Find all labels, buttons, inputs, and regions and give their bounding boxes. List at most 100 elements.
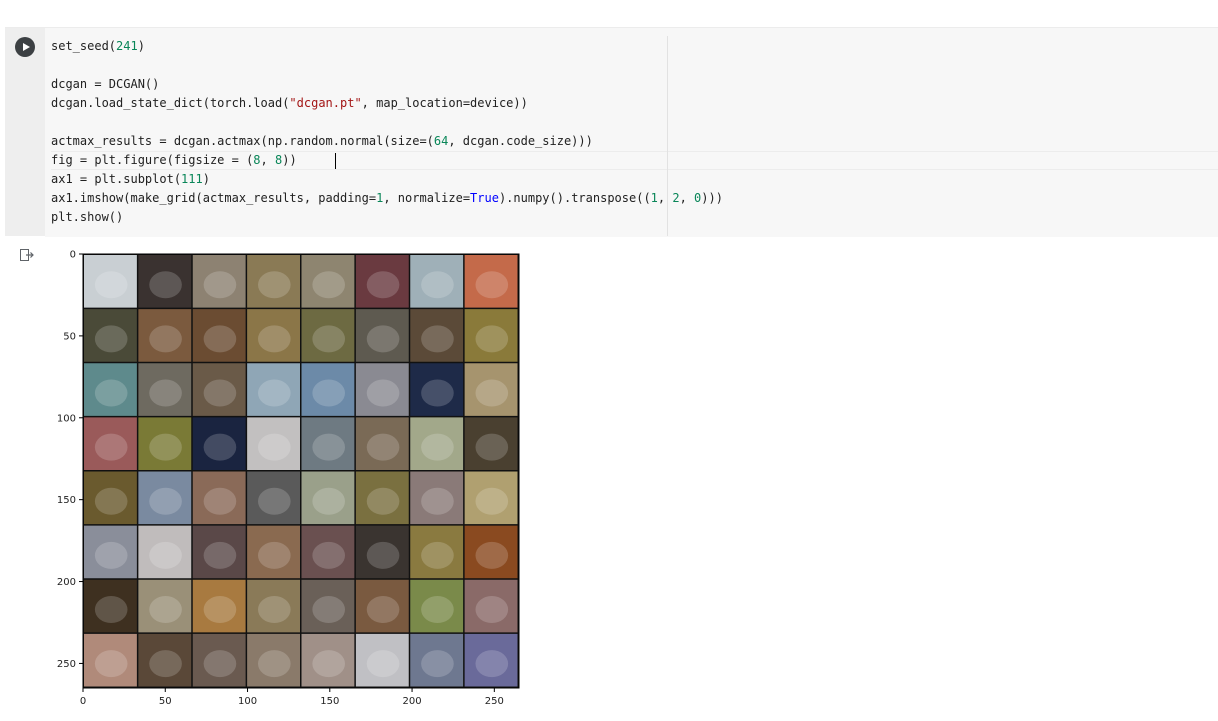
code-line[interactable]: ax1.imshow(make_grid(actmax_results, pad… bbox=[51, 189, 1218, 208]
grid-image-tile bbox=[464, 579, 518, 633]
y-tick-label: 100 bbox=[57, 413, 76, 424]
code-line[interactable]: dcgan.load_state_dict(torch.load("dcgan.… bbox=[51, 94, 1218, 113]
code-token: , bbox=[260, 153, 275, 167]
code-token: dcgan.load_state_dict(torch.load( bbox=[51, 96, 290, 110]
code-token: ax1 = plt.subplot( bbox=[51, 172, 182, 186]
grid-image-tile bbox=[355, 363, 409, 416]
grid-image-tile bbox=[138, 525, 192, 579]
grid-image-tile bbox=[84, 363, 137, 416]
code-line[interactable]: ax1 = plt.subplot(111) bbox=[51, 170, 1218, 189]
grid-image-tile bbox=[247, 579, 300, 633]
grid-image-tile bbox=[410, 471, 464, 525]
grid-image-tile bbox=[247, 471, 300, 525]
grid-image-tile bbox=[410, 417, 464, 470]
grid-image-tile bbox=[138, 309, 192, 362]
grid-image-tile bbox=[301, 525, 355, 579]
grid-image-tile bbox=[84, 255, 137, 308]
grid-image-tile bbox=[301, 579, 355, 633]
code-line[interactable]: plt.show() bbox=[51, 208, 1218, 227]
grid-image-tile bbox=[247, 525, 300, 579]
code-line[interactable]: set_seed(241) bbox=[51, 37, 1218, 56]
grid-image-tile bbox=[247, 633, 300, 687]
grid-image-tile bbox=[410, 309, 464, 362]
grid-image-tile bbox=[192, 633, 246, 687]
matplotlib-figure: 0 50 100 150 200 250 0 50 100 150 200 250 bbox=[50, 246, 530, 707]
x-tick-label: 0 bbox=[80, 696, 86, 706]
grid-image-tile bbox=[410, 579, 464, 633]
grid-image-tile bbox=[355, 525, 409, 579]
code-token: ax1.imshow(make_grid(actmax_results, pad… bbox=[51, 191, 377, 205]
code-line[interactable]: actmax_results = dcgan.actmax(np.random.… bbox=[51, 132, 1218, 151]
grid-image-tile bbox=[464, 525, 518, 579]
text-cursor bbox=[335, 153, 336, 169]
image-grid-plot: 0 50 100 150 200 250 0 50 100 150 200 250 bbox=[57, 250, 520, 707]
grid-image-tile bbox=[410, 633, 464, 687]
grid-image-tile bbox=[301, 309, 355, 362]
output-gutter bbox=[5, 236, 45, 721]
grid-image-tile bbox=[192, 417, 246, 470]
code-line[interactable]: dcgan = DCGAN() bbox=[51, 75, 1218, 94]
code-token: 1 bbox=[650, 191, 658, 205]
cell-gutter bbox=[5, 28, 45, 237]
grid-image-tile bbox=[355, 417, 409, 470]
code-token: plt.show() bbox=[51, 210, 124, 224]
grid-image-tile bbox=[84, 579, 137, 633]
code-token: ).numpy().transpose(( bbox=[498, 191, 651, 205]
grid-image-tile bbox=[192, 255, 246, 308]
grid-image-tile bbox=[247, 255, 300, 308]
code-token: "dcgan.pt" bbox=[289, 96, 362, 110]
grid-image-tile bbox=[192, 525, 246, 579]
grid-image-tile bbox=[464, 471, 518, 525]
code-line[interactable] bbox=[51, 113, 1218, 132]
grid-image-tile bbox=[138, 363, 192, 416]
code-token: actmax_results = dcgan.actmax(np.random.… bbox=[51, 134, 434, 148]
grid-image-tile bbox=[138, 255, 192, 308]
x-tick-label: 250 bbox=[485, 696, 504, 706]
grid-image-tile bbox=[192, 471, 246, 525]
code-line[interactable]: fig = plt.figure(figsize = (8, 8)) bbox=[51, 151, 1218, 170]
y-tick-label: 150 bbox=[57, 495, 76, 506]
grid-image-tile bbox=[84, 471, 137, 525]
code-token: ) bbox=[137, 39, 145, 53]
grid-image-tile bbox=[464, 633, 518, 687]
code-token: 111 bbox=[181, 172, 203, 186]
y-tick-label: 50 bbox=[63, 331, 76, 342]
grid-image-tile bbox=[355, 471, 409, 525]
code-token: 64 bbox=[433, 134, 449, 148]
grid-image-tile bbox=[301, 417, 355, 470]
x-tick-label: 150 bbox=[320, 696, 339, 706]
y-tick-label: 200 bbox=[57, 577, 76, 588]
run-cell-button[interactable] bbox=[15, 37, 35, 57]
x-tick-label: 200 bbox=[403, 696, 422, 706]
code-token: , bbox=[679, 191, 695, 205]
code-token: set_seed( bbox=[51, 39, 117, 53]
grid-image-tile bbox=[247, 417, 300, 470]
grid-image-tile bbox=[138, 417, 192, 470]
grid-image-tile bbox=[247, 363, 300, 416]
code-token: )) bbox=[282, 153, 297, 167]
grid-image-tile bbox=[355, 255, 409, 308]
x-tick-label: 50 bbox=[159, 696, 172, 706]
grid-image-tile bbox=[84, 525, 137, 579]
grid-image-tile bbox=[301, 471, 355, 525]
code-token: , dcgan.code_size))) bbox=[448, 134, 593, 148]
y-tick-label: 250 bbox=[57, 659, 76, 670]
code-token: dcgan = DCGAN() bbox=[51, 77, 160, 91]
grid-image-tile bbox=[138, 471, 192, 525]
output-redirect-icon[interactable] bbox=[20, 249, 34, 262]
grid-image-tile bbox=[84, 417, 137, 470]
grid-image-tile bbox=[301, 633, 355, 687]
code-editor[interactable]: set_seed(241) dcgan = DCGAN() dcgan.load_… bbox=[51, 37, 1218, 233]
code-token: , map_location=device)) bbox=[361, 96, 528, 110]
code-token: , normalize= bbox=[383, 191, 471, 205]
grid-image-tile bbox=[138, 579, 192, 633]
code-cell[interactable]: set_seed(241) dcgan = DCGAN() dcgan.load_… bbox=[5, 27, 1218, 237]
grid-image-tile bbox=[464, 309, 518, 362]
grid-image-tile bbox=[192, 579, 246, 633]
code-token: 8 bbox=[253, 153, 261, 167]
code-line[interactable] bbox=[51, 56, 1218, 75]
grid-image-tile bbox=[464, 363, 518, 416]
grid-image-tile bbox=[138, 633, 192, 687]
y-tick-label: 0 bbox=[70, 250, 76, 261]
x-tick-label: 100 bbox=[238, 696, 257, 706]
